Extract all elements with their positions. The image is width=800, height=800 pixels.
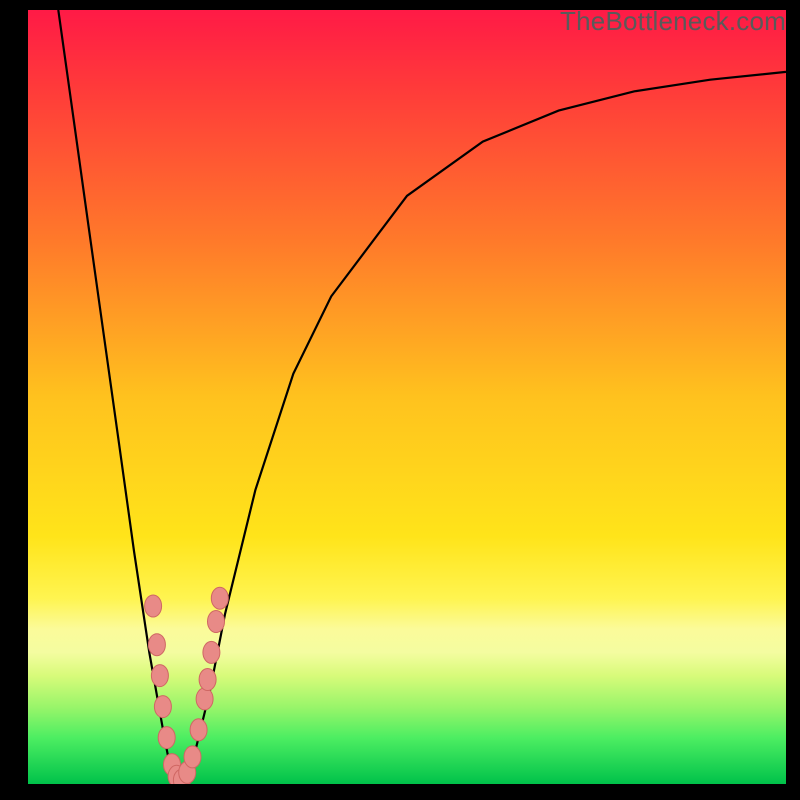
data-marker — [184, 746, 201, 768]
data-marker — [151, 665, 168, 687]
data-marker — [158, 727, 175, 749]
bottleneck-chart — [28, 10, 786, 784]
data-marker — [145, 595, 162, 617]
data-marker — [148, 634, 165, 656]
data-marker — [208, 611, 225, 633]
data-marker — [154, 696, 171, 718]
data-marker — [196, 688, 213, 710]
data-marker — [203, 641, 220, 663]
chart-frame: TheBottleneck.com — [0, 0, 800, 800]
watermark-text: TheBottleneck.com — [560, 6, 786, 37]
data-marker — [211, 587, 228, 609]
data-marker — [199, 669, 216, 691]
gradient-background — [28, 10, 786, 784]
data-marker — [190, 719, 207, 741]
